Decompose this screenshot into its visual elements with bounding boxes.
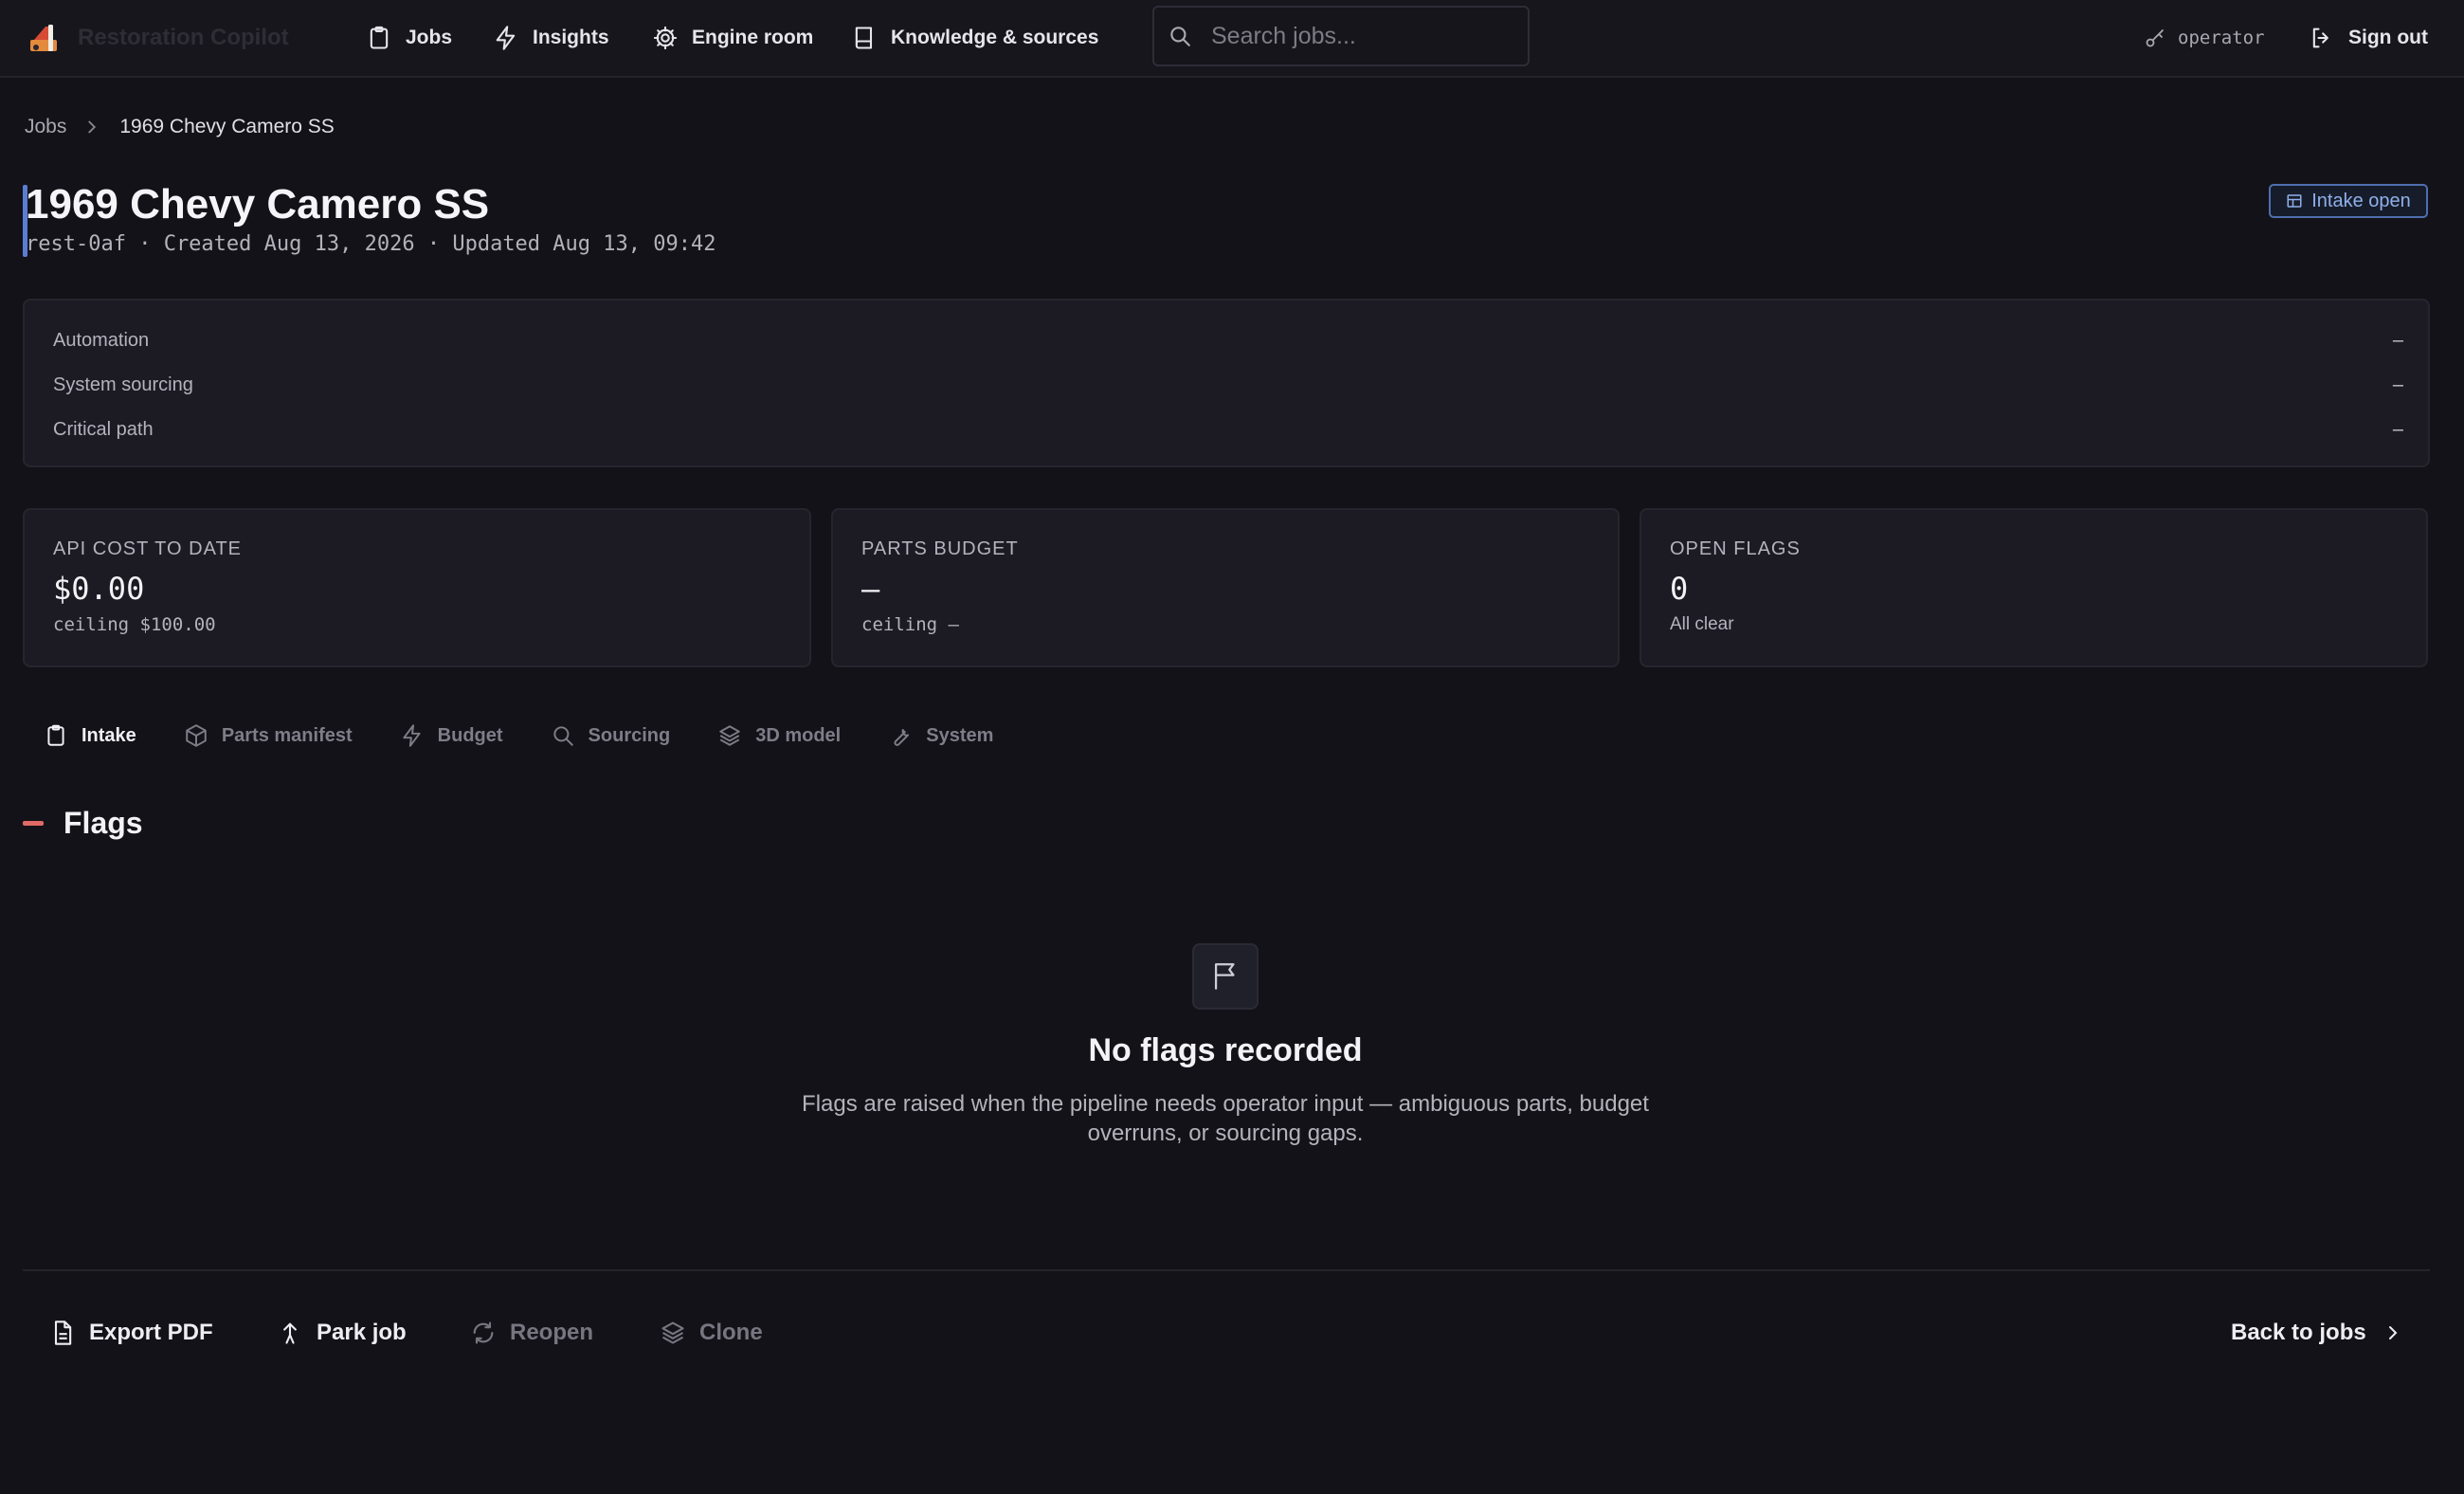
book-icon xyxy=(855,27,873,49)
status-value: – xyxy=(2392,418,2403,440)
export-pdf-label: Export PDF xyxy=(89,1320,213,1345)
search-input[interactable] xyxy=(1209,21,1516,51)
stat-value: 0 xyxy=(1670,571,1689,607)
top-nav: Restoration Copilot Jobs Insights Engine… xyxy=(0,0,2464,78)
nav-item-jobs[interactable]: Jobs xyxy=(366,19,452,57)
clone-label: Clone xyxy=(699,1320,763,1345)
sign-out-label: Sign out xyxy=(2348,27,2428,48)
breadcrumb-current: 1969 Chevy Camero SS xyxy=(119,116,335,137)
tab-label: Parts manifest xyxy=(221,724,353,746)
status-badge-label: Intake open xyxy=(2311,190,2411,211)
tab-label: Budget xyxy=(437,724,503,746)
layers-icon xyxy=(719,725,740,746)
search-box xyxy=(1152,6,1530,66)
tab-label: System xyxy=(926,724,994,746)
app-name: Restoration Copilot xyxy=(78,25,289,50)
clipboard-icon xyxy=(370,26,389,49)
table-icon xyxy=(2287,194,2302,208)
status-label: System sourcing xyxy=(53,374,193,395)
status-value: – xyxy=(2392,329,2403,351)
nav-item-knowledge[interactable]: Knowledge & sources xyxy=(851,19,1098,57)
stat-sub: ceiling — xyxy=(861,614,959,635)
tab-intake[interactable]: Intake xyxy=(44,719,136,753)
status-row-automation: Automation – xyxy=(53,326,2403,355)
tab-label: Sourcing xyxy=(588,724,671,746)
empty-state-title: No flags recorded xyxy=(1088,1032,1363,1068)
stat-label: PARTS BUDGET xyxy=(861,538,1019,559)
brand[interactable]: Restoration Copilot xyxy=(27,19,289,57)
search-icon xyxy=(553,726,573,746)
empty-state-icon-box xyxy=(1192,943,1259,1010)
sign-out-icon xyxy=(2312,27,2328,48)
clipboard-icon xyxy=(47,724,64,746)
stat-card-parts-budget: PARTS BUDGET — ceiling — xyxy=(831,508,1620,667)
key-icon xyxy=(2146,29,2164,47)
tab-label: Intake xyxy=(82,724,136,746)
status-value: – xyxy=(2392,374,2403,395)
stat-value: — xyxy=(861,571,880,607)
user-name: operator xyxy=(2178,27,2265,48)
stat-label: OPEN FLAGS xyxy=(1670,538,1801,559)
stat-card-api-cost: API COST TO DATE $0.00 ceiling $100.00 xyxy=(23,508,811,667)
search-icon xyxy=(1170,27,1190,46)
job-meta: rest-0af · Created Aug 13, 2026 · Update… xyxy=(26,232,716,256)
cube-icon xyxy=(186,724,207,747)
export-pdf-button[interactable]: Export PDF xyxy=(49,1314,213,1352)
app-logo-icon xyxy=(30,25,57,51)
stat-value: $0.00 xyxy=(53,571,145,607)
tab-label: 3D model xyxy=(755,724,842,746)
stat-sub: All clear xyxy=(1670,614,1734,634)
user-indicator: operator xyxy=(2144,21,2265,55)
nav-item-label: Insights xyxy=(533,27,609,48)
status-row-system-sourcing: System sourcing – xyxy=(53,371,2403,399)
refresh-icon xyxy=(473,1321,494,1344)
chevron-right-icon xyxy=(88,120,97,134)
lightning-icon xyxy=(403,724,421,747)
tab-parts-manifest[interactable]: Parts manifest xyxy=(184,719,353,753)
tab-bar: Intake Parts manifest Budget Sourcing 3D… xyxy=(44,719,1041,753)
wrench-icon xyxy=(894,729,910,746)
back-to-jobs-label: Back to jobs xyxy=(2231,1320,2366,1345)
flags-heading: Flags xyxy=(63,806,143,840)
lightning-icon xyxy=(496,26,516,50)
footer-divider xyxy=(23,1269,2430,1271)
back-to-jobs-button[interactable]: Back to jobs xyxy=(2231,1314,2404,1352)
nav-item-label: Knowledge & sources xyxy=(891,27,1099,48)
breadcrumb-jobs-link[interactable]: Jobs xyxy=(25,116,66,138)
status-label: Automation xyxy=(53,329,150,351)
nav-item-insights[interactable]: Insights xyxy=(493,19,609,57)
pin-icon xyxy=(283,1322,297,1344)
page-title: 1969 Chevy Camero SS xyxy=(26,181,490,228)
status-label: Critical path xyxy=(53,418,154,440)
reopen-label: Reopen xyxy=(510,1320,594,1345)
park-job-label: Park job xyxy=(317,1320,407,1345)
status-panel: Automation – System sourcing – Critical … xyxy=(23,299,2430,467)
tab-3d-model[interactable]: 3D model xyxy=(717,719,841,753)
status-row-critical-path: Critical path – xyxy=(53,415,2403,444)
flags-accent-mark xyxy=(23,821,44,826)
reopen-button[interactable]: Reopen xyxy=(470,1314,593,1352)
stat-card-open-flags: OPEN FLAGS 0 All clear xyxy=(1640,508,2428,667)
gear-icon xyxy=(653,26,678,50)
document-icon xyxy=(54,1321,72,1345)
flag-icon xyxy=(1214,963,1235,990)
nav-item-label: Engine room xyxy=(692,27,814,48)
layers-icon xyxy=(661,1321,684,1344)
status-badge: Intake open xyxy=(2269,184,2428,218)
stat-sub: ceiling $100.00 xyxy=(53,614,216,635)
clone-button[interactable]: Clone xyxy=(660,1314,763,1352)
empty-state-description: Flags are raised when the pipeline needs… xyxy=(802,1091,1649,1146)
nav-item-label: Jobs xyxy=(406,27,453,48)
breadcrumb: Jobs 1969 Chevy Camero SS xyxy=(25,116,335,138)
park-job-button[interactable]: Park job xyxy=(277,1314,407,1352)
tab-system[interactable]: System xyxy=(888,719,993,753)
sign-out-button[interactable]: Sign out xyxy=(2309,19,2428,57)
tab-budget[interactable]: Budget xyxy=(400,719,503,753)
tab-sourcing[interactable]: Sourcing xyxy=(551,719,671,753)
chevron-right-icon xyxy=(2388,1326,2398,1339)
stat-label: API COST TO DATE xyxy=(53,538,243,559)
nav-item-engine-room[interactable]: Engine room xyxy=(652,19,813,57)
